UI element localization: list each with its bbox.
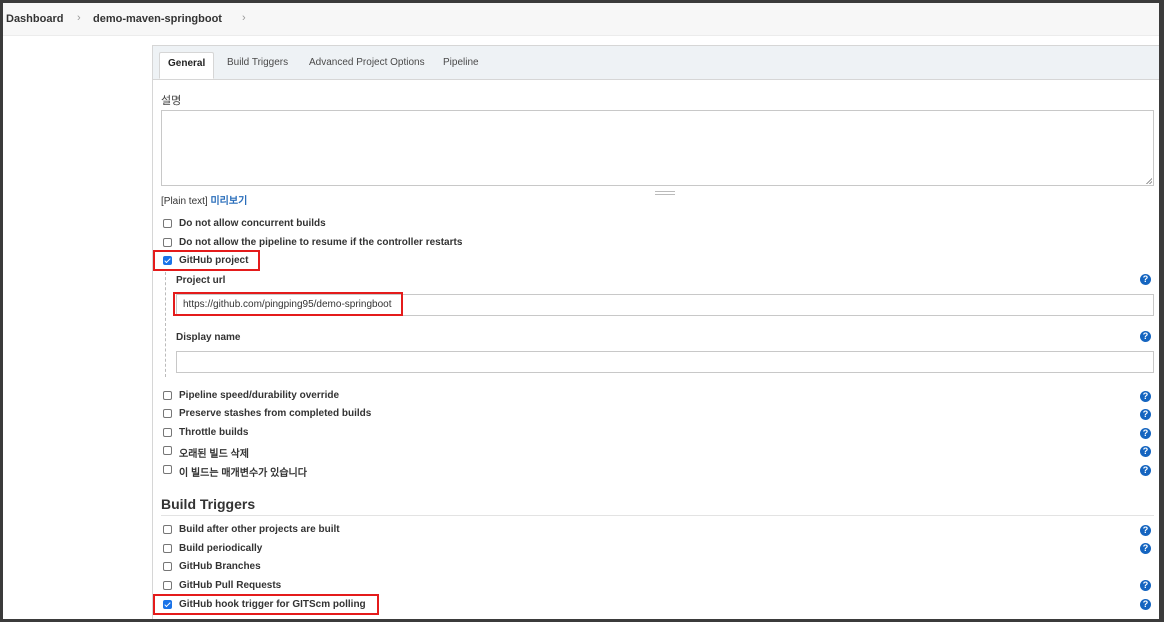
help-icon[interactable]: ? bbox=[1140, 446, 1151, 457]
checkbox[interactable] bbox=[163, 525, 172, 534]
option-label: Build after other projects are built bbox=[179, 524, 340, 535]
option-label: 이 빌드는 매개변수가 있습니다 bbox=[179, 468, 307, 479]
tab-advanced-project-options[interactable]: Advanced Project Options bbox=[301, 52, 433, 74]
option-label: GitHub Branches bbox=[179, 561, 261, 572]
option-label: Preserve stashes from completed builds bbox=[179, 408, 372, 419]
section-divider bbox=[161, 515, 1154, 516]
option-label: Build periodically bbox=[179, 543, 263, 554]
breadcrumb-dashboard[interactable]: Dashboard bbox=[6, 13, 63, 25]
help-icon[interactable]: ? bbox=[1140, 409, 1151, 420]
help-icon[interactable]: ? bbox=[1140, 331, 1151, 342]
option-label: Pipeline speed/durability override bbox=[179, 390, 340, 401]
description-label: 설명 bbox=[161, 95, 182, 107]
checkbox[interactable] bbox=[163, 428, 172, 437]
option-label: Throttle builds bbox=[179, 427, 249, 438]
help-icon[interactable]: ? bbox=[1140, 580, 1151, 591]
breadcrumb-separator-icon[interactable]: › bbox=[242, 12, 246, 24]
breadcrumb-job[interactable]: demo-maven-springboot bbox=[93, 13, 222, 25]
tab-general[interactable]: General bbox=[159, 52, 215, 79]
config-panel: General Build Triggers Advanced Project … bbox=[152, 45, 1159, 619]
highlight-project-url bbox=[173, 292, 403, 316]
option-label: GitHub Pull Requests bbox=[179, 580, 282, 591]
highlight-github-project bbox=[153, 250, 260, 271]
help-icon[interactable]: ? bbox=[1140, 525, 1151, 536]
build-triggers-title: Build Triggers bbox=[161, 496, 256, 512]
checkbox[interactable] bbox=[163, 238, 172, 247]
description-format: [Plain text] 미리보기 bbox=[161, 192, 247, 207]
display-name-label: Display name bbox=[176, 332, 241, 343]
breadcrumb-separator-icon: › bbox=[77, 12, 81, 24]
help-icon[interactable]: ? bbox=[1140, 599, 1151, 610]
option-label: Do not allow concurrent builds bbox=[179, 218, 326, 229]
tab-pipeline[interactable]: Pipeline bbox=[435, 52, 487, 74]
tab-build-triggers[interactable]: Build Triggers bbox=[219, 52, 296, 74]
checkbox[interactable] bbox=[163, 219, 172, 228]
option-label: 오래된 빌드 삭제 bbox=[179, 449, 249, 460]
checkbox[interactable] bbox=[163, 544, 172, 553]
checkbox[interactable] bbox=[163, 391, 172, 400]
checkbox[interactable] bbox=[163, 446, 172, 455]
help-icon[interactable]: ? bbox=[1140, 543, 1151, 554]
help-icon[interactable]: ? bbox=[1140, 428, 1151, 439]
checkbox[interactable] bbox=[163, 409, 172, 418]
config-tabs: General Build Triggers Advanced Project … bbox=[153, 46, 1159, 80]
resize-corner-icon[interactable] bbox=[1146, 178, 1152, 184]
display-name-input[interactable] bbox=[176, 351, 1154, 373]
checkbox[interactable] bbox=[163, 562, 172, 571]
checkbox[interactable] bbox=[163, 581, 172, 590]
plain-text-label: [Plain text] bbox=[161, 196, 208, 207]
preview-link[interactable]: 미리보기 bbox=[210, 196, 247, 207]
resize-grip-icon[interactable] bbox=[655, 191, 675, 195]
option-label: Do not allow the pipeline to resume if t… bbox=[179, 237, 463, 248]
highlight-github-hook-trigger bbox=[153, 594, 379, 615]
jenkins-window: Dashboard › demo-maven-springboot › Gene… bbox=[3, 3, 1159, 619]
nested-indent-line bbox=[165, 272, 166, 377]
breadcrumb: Dashboard › demo-maven-springboot › bbox=[3, 3, 1159, 36]
help-icon[interactable]: ? bbox=[1140, 465, 1151, 476]
help-icon[interactable]: ? bbox=[1140, 391, 1151, 402]
project-url-label: Project url bbox=[176, 275, 226, 286]
checkbox[interactable] bbox=[163, 465, 172, 474]
help-icon[interactable]: ? bbox=[1140, 274, 1151, 285]
description-textarea[interactable] bbox=[161, 110, 1154, 195]
